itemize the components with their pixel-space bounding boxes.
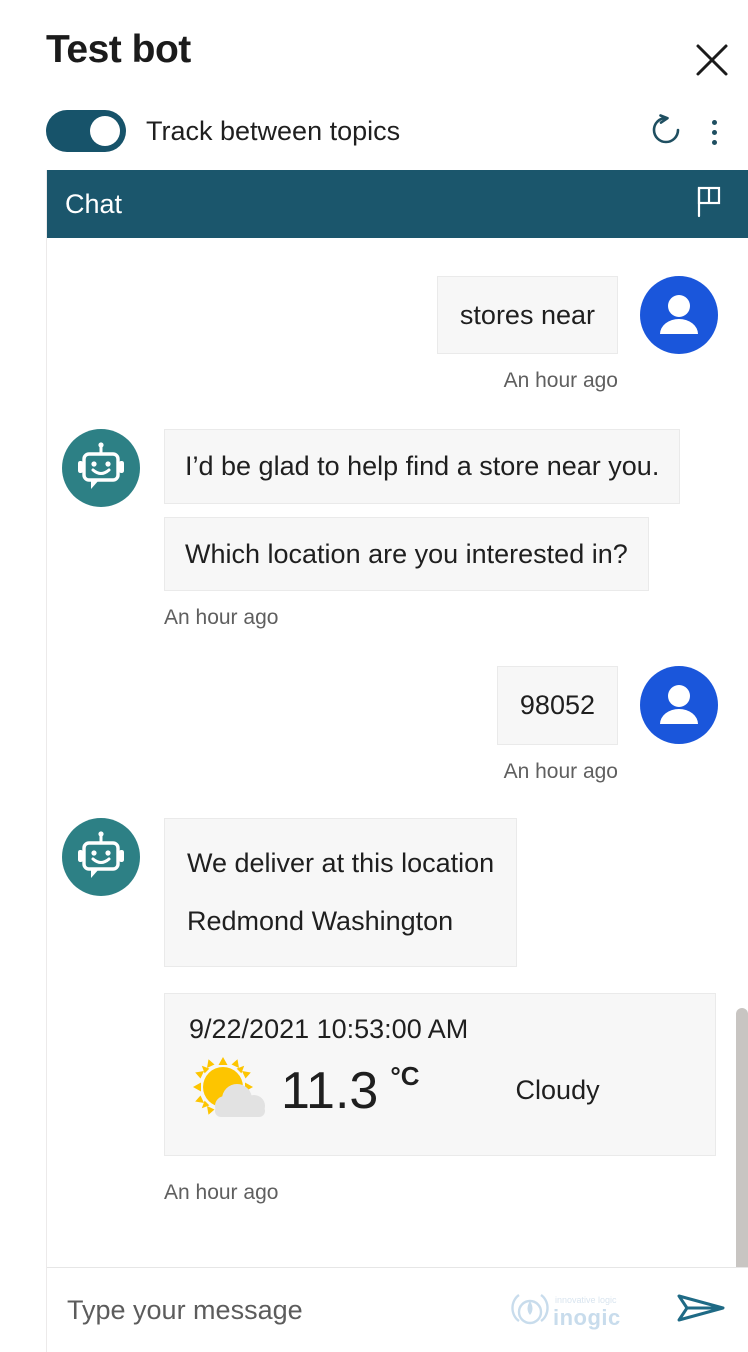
close-icon bbox=[692, 40, 732, 80]
bot-message-bubble: Which location are you interested in? bbox=[164, 516, 649, 592]
track-between-topics-label: Track between topics bbox=[146, 115, 401, 146]
chat-panel: Chat An hour ago stores near bbox=[46, 170, 748, 1352]
message-timestamp: An hour ago bbox=[164, 606, 279, 630]
avatar bbox=[62, 817, 140, 896]
weather-card-row: 9/22/2021 10:53:00 AM 11.3 °C Cloudy An … bbox=[164, 992, 722, 1204]
sun-behind-cloud-icon bbox=[189, 1053, 269, 1129]
message-timestamp: An hour ago bbox=[164, 1180, 279, 1204]
header-actions bbox=[642, 108, 738, 156]
user-message-bubble: stores near bbox=[436, 276, 618, 355]
refresh-button[interactable] bbox=[642, 108, 690, 156]
avatar bbox=[640, 666, 718, 745]
more-options-button[interactable] bbox=[690, 108, 738, 156]
toggle-knob bbox=[90, 116, 120, 146]
message-row-bot: I’d be glad to help find a store near yo… bbox=[47, 429, 722, 592]
bot-face-icon bbox=[78, 831, 124, 878]
send-button[interactable] bbox=[673, 1286, 729, 1334]
watermark-tagline: innovative logic bbox=[555, 1295, 617, 1305]
avatar bbox=[62, 429, 140, 508]
inogic-watermark-logo: innovative logic inogic bbox=[511, 1289, 647, 1331]
bot-message-bubble: We deliver at this location Redmond Wash… bbox=[164, 817, 518, 967]
track-between-topics-row: Track between topics bbox=[46, 110, 400, 152]
chat-bot-window: Test bot Track between topics Chat store… bbox=[0, 0, 748, 1352]
message-list[interactable]: An hour ago stores near An hour ago bbox=[47, 238, 748, 1267]
close-button[interactable] bbox=[688, 36, 736, 84]
weather-temperature: 11.3 bbox=[281, 1061, 379, 1120]
weather-condition: Cloudy bbox=[515, 1075, 600, 1106]
message-timestamp: An hour ago bbox=[503, 369, 618, 393]
message-input[interactable] bbox=[67, 1294, 511, 1326]
more-vertical-icon bbox=[711, 117, 717, 147]
bot-message-bubble: I’d be glad to help find a store near yo… bbox=[164, 429, 681, 504]
page-title: Test bot bbox=[46, 28, 191, 71]
weather-body: 11.3 °C Cloudy bbox=[189, 1053, 691, 1129]
weather-datetime: 9/22/2021 10:53:00 AM bbox=[189, 1013, 469, 1044]
flag-icon bbox=[694, 185, 726, 224]
send-icon bbox=[675, 1288, 727, 1333]
window-header: Test bot Track between topics bbox=[0, 0, 748, 170]
person-icon bbox=[660, 295, 698, 334]
user-message-bubble: 98052 bbox=[496, 666, 618, 745]
message-row-bot: We deliver at this location Redmond Wash… bbox=[47, 817, 722, 967]
weather-card: 9/22/2021 10:53:00 AM 11.3 °C Cloudy bbox=[164, 992, 716, 1156]
chat-header-bar: Chat bbox=[47, 170, 748, 238]
scrollbar-thumb[interactable] bbox=[736, 1008, 748, 1267]
bot-message-line: We deliver at this location bbox=[187, 847, 495, 878]
person-icon bbox=[660, 685, 698, 725]
report-flag-button[interactable] bbox=[690, 184, 730, 224]
avatar bbox=[640, 276, 718, 354]
weather-unit: °C bbox=[390, 1060, 420, 1091]
message-timestamp: An hour ago bbox=[503, 759, 618, 783]
scrollbar-track[interactable] bbox=[736, 238, 748, 1267]
watermark-brand: inogic bbox=[553, 1305, 621, 1330]
message-composer: innovative logic inogic bbox=[47, 1267, 748, 1352]
bot-message-line: Redmond Washington bbox=[187, 906, 454, 937]
chat-header-title: Chat bbox=[65, 188, 123, 219]
message-row-user: 98052 bbox=[47, 666, 722, 745]
track-between-topics-toggle[interactable] bbox=[46, 110, 126, 152]
message-row-user: stores near bbox=[47, 276, 722, 355]
refresh-icon bbox=[649, 113, 683, 152]
bot-face-icon bbox=[78, 442, 124, 490]
